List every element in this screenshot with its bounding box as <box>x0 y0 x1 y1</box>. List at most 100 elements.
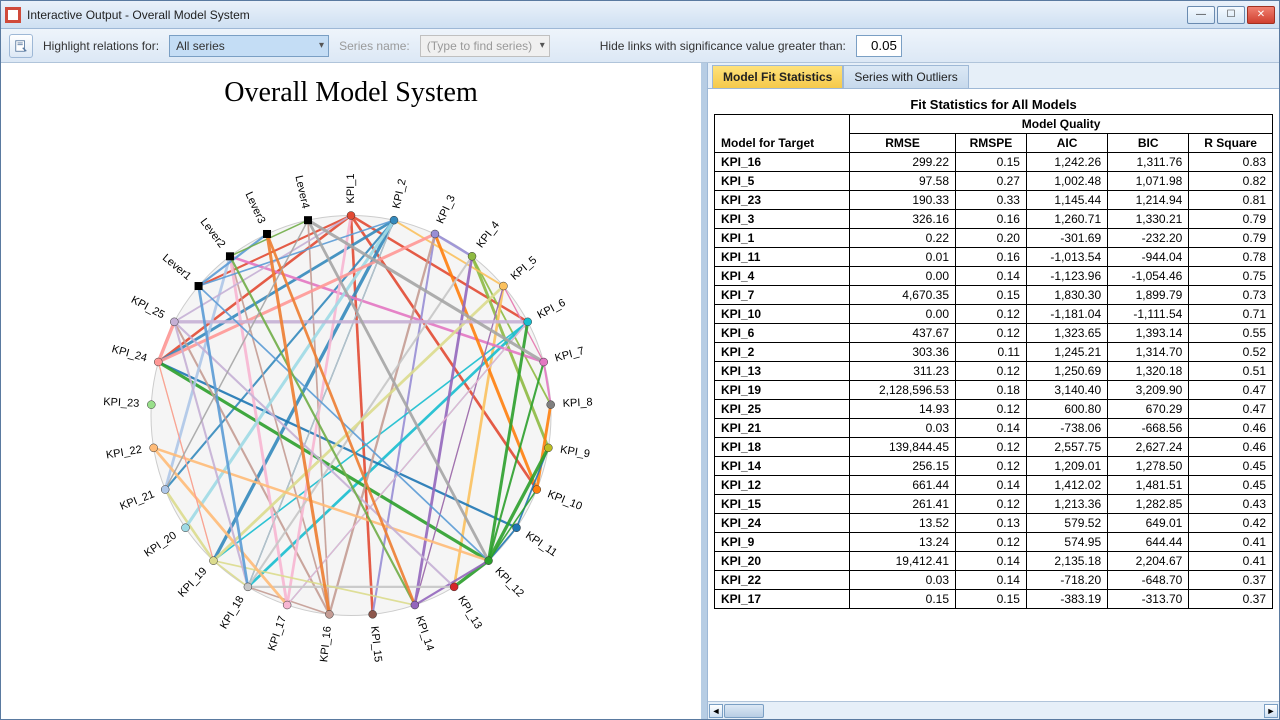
cell-value: 97.58 <box>850 172 956 191</box>
table-row[interactable]: KPI_110.010.16-1,013.54-944.040.78 <box>715 248 1273 267</box>
cell-value: 1,145.44 <box>1026 191 1107 210</box>
table-row[interactable]: KPI_13311.230.121,250.691,320.180.51 <box>715 362 1273 381</box>
table-row[interactable]: KPI_913.240.12574.95644.440.41 <box>715 533 1273 552</box>
node-label: KPI_10 <box>546 489 584 513</box>
series-name-placeholder: (Type to find series) <box>427 39 532 53</box>
cell-value: 0.45 <box>1189 476 1273 495</box>
close-button[interactable]: ✕ <box>1247 6 1275 24</box>
node-label: Lever4 <box>292 175 311 210</box>
cell-value: 1,314.70 <box>1108 343 1189 362</box>
cell-value: 190.33 <box>850 191 956 210</box>
node-label: KPI_1 <box>345 174 357 204</box>
cell-value: 1,311.76 <box>1108 153 1189 172</box>
cell-target: KPI_15 <box>715 495 850 514</box>
table-row[interactable]: KPI_10.220.20-301.69-232.200.79 <box>715 229 1273 248</box>
node-label: Lever1 <box>160 252 193 283</box>
table-row[interactable]: KPI_2413.520.13579.52649.010.42 <box>715 514 1273 533</box>
app-window: Interactive Output - Overall Model Syste… <box>0 0 1280 720</box>
cell-value: 311.23 <box>850 362 956 381</box>
table-row[interactable]: KPI_170.150.15-383.19-313.700.37 <box>715 590 1273 609</box>
cell-value: 0.18 <box>956 381 1027 400</box>
cell-target: KPI_24 <box>715 514 850 533</box>
table-row[interactable]: KPI_2514.930.12600.80670.290.47 <box>715 400 1273 419</box>
cell-value: 0.41 <box>1189 552 1273 571</box>
cell-value: 3,209.90 <box>1108 381 1189 400</box>
highlight-series-combo[interactable]: All series <box>169 35 329 57</box>
table-row[interactable]: KPI_18139,844.450.122,557.752,627.240.46 <box>715 438 1273 457</box>
node-label: KPI_19 <box>176 565 210 599</box>
tab-model-fit[interactable]: Model Fit Statistics <box>712 65 843 88</box>
tab-outliers[interactable]: Series with Outliers <box>843 65 968 88</box>
table-row[interactable]: KPI_220.030.14-718.20-648.700.37 <box>715 571 1273 590</box>
col-target: Model for Target <box>715 115 850 153</box>
scroll-left-icon[interactable]: ◄ <box>709 704 723 718</box>
cell-value: -738.06 <box>1026 419 1107 438</box>
cell-value: 0.12 <box>956 533 1027 552</box>
network-graph[interactable]: KPI_1KPI_2KPI_3KPI_4KPI_5KPI_6KPI_7KPI_8… <box>71 136 631 699</box>
table-row[interactable]: KPI_12661.440.141,412.021,481.510.45 <box>715 476 1273 495</box>
table-row[interactable]: KPI_23190.330.331,145.441,214.940.81 <box>715 191 1273 210</box>
table-row[interactable]: KPI_14256.150.121,209.011,278.500.45 <box>715 457 1273 476</box>
maximize-button[interactable]: ☐ <box>1217 6 1245 24</box>
cell-target: KPI_19 <box>715 381 850 400</box>
table-row[interactable]: KPI_210.030.14-738.06-668.560.46 <box>715 419 1273 438</box>
cell-value: 1,481.51 <box>1108 476 1189 495</box>
home-button[interactable] <box>9 34 33 58</box>
cell-value: 0.37 <box>1189 590 1273 609</box>
cell-value: 0.14 <box>956 419 1027 438</box>
cell-value: 0.14 <box>956 267 1027 286</box>
cell-value: 437.67 <box>850 324 956 343</box>
cell-value: 0.41 <box>1189 533 1273 552</box>
cell-value: 0.27 <box>956 172 1027 191</box>
hscrollbar[interactable]: ◄ ► <box>708 701 1279 719</box>
cell-value: 0.81 <box>1189 191 1273 210</box>
cell-value: 1,214.94 <box>1108 191 1189 210</box>
cell-value: 1,002.48 <box>1026 172 1107 191</box>
scroll-thumb[interactable] <box>724 704 764 718</box>
cell-value: 0.47 <box>1189 381 1273 400</box>
table-row[interactable]: KPI_74,670.350.151,830.301,899.790.73 <box>715 286 1273 305</box>
cell-value: 574.95 <box>1026 533 1107 552</box>
table-row[interactable]: KPI_16299.220.151,242.261,311.760.83 <box>715 153 1273 172</box>
cell-value: -313.70 <box>1108 590 1189 609</box>
cell-value: 0.51 <box>1189 362 1273 381</box>
cell-value: 1,250.69 <box>1026 362 1107 381</box>
table-row[interactable]: KPI_192,128,596.530.183,140.403,209.900.… <box>715 381 1273 400</box>
cell-target: KPI_2 <box>715 343 850 362</box>
minimize-button[interactable]: — <box>1187 6 1215 24</box>
cell-target: KPI_9 <box>715 533 850 552</box>
table-row[interactable]: KPI_15261.410.121,213.361,282.850.43 <box>715 495 1273 514</box>
node-label: KPI_9 <box>559 444 591 461</box>
chart-title: Overall Model System <box>1 77 701 109</box>
cell-value: 13.24 <box>850 533 956 552</box>
cell-value: 0.83 <box>1189 153 1273 172</box>
cell-value: -232.20 <box>1108 229 1189 248</box>
cell-value: 0.73 <box>1189 286 1273 305</box>
table-row[interactable]: KPI_40.000.14-1,123.96-1,054.460.75 <box>715 267 1273 286</box>
scroll-right-icon[interactable]: ► <box>1264 704 1278 718</box>
table-row[interactable]: KPI_100.000.12-1,181.04-1,111.540.71 <box>715 305 1273 324</box>
cell-value: 1,245.21 <box>1026 343 1107 362</box>
cell-value: 0.15 <box>850 590 956 609</box>
node-label: KPI_3 <box>434 194 457 226</box>
series-name-combo[interactable]: (Type to find series) <box>420 35 550 57</box>
table-row[interactable]: KPI_3326.160.161,260.711,330.210.79 <box>715 210 1273 229</box>
stats-body: Fit Statistics for All Models Model for … <box>708 88 1279 701</box>
cell-value: 661.44 <box>850 476 956 495</box>
table-row[interactable]: KPI_2303.360.111,245.211,314.700.52 <box>715 343 1273 362</box>
cell-value: 4,670.35 <box>850 286 956 305</box>
significance-input[interactable] <box>856 35 902 57</box>
cell-value: -1,181.04 <box>1026 305 1107 324</box>
table-row[interactable]: KPI_6437.670.121,323.651,393.140.55 <box>715 324 1273 343</box>
cell-target: KPI_18 <box>715 438 850 457</box>
table-row[interactable]: KPI_2019,412.410.142,135.182,204.670.41 <box>715 552 1273 571</box>
col-header: RMSE <box>850 134 956 153</box>
cell-value: 1,209.01 <box>1026 457 1107 476</box>
table-caption: Fit Statistics for All Models <box>714 97 1273 112</box>
node-label: KPI_16 <box>318 626 334 663</box>
cell-value: 0.78 <box>1189 248 1273 267</box>
cell-value: 649.01 <box>1108 514 1189 533</box>
table-row[interactable]: KPI_597.580.271,002.481,071.980.82 <box>715 172 1273 191</box>
cell-value: 299.22 <box>850 153 956 172</box>
node-label: KPI_11 <box>523 530 559 560</box>
